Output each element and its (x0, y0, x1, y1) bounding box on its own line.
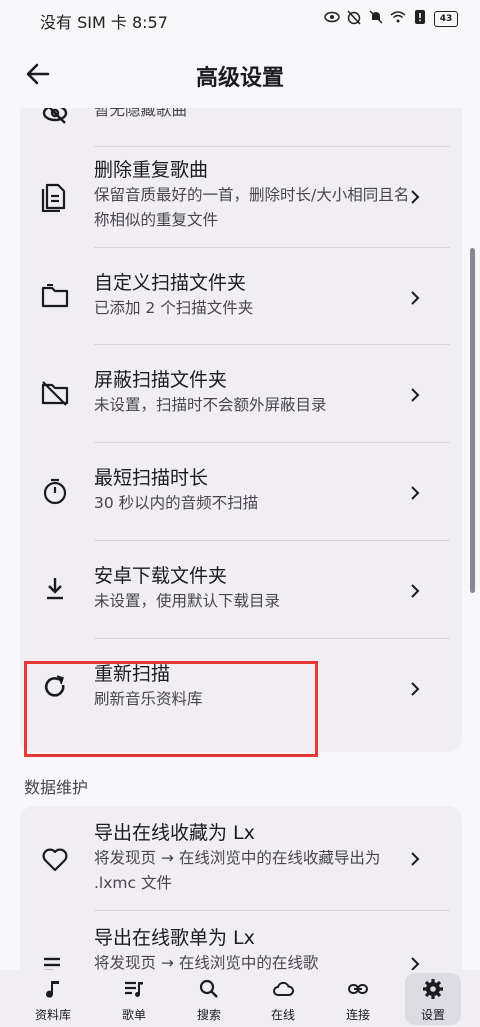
export-online-favorites-item[interactable]: 导出在线收藏为 Lx 将发现页 → 在线浏览中的在线收藏导出为 .lxmc 文件 (20, 806, 462, 910)
android-download-folder-item[interactable]: 安卓下载文件夹 未设置，使用默认下载目录 (20, 541, 462, 638)
blocked-scan-folders-item[interactable]: 屏蔽扫描文件夹 未设置，扫描时不会额外屏蔽目录 (20, 345, 462, 442)
nav-label: 资料库 (34, 1008, 71, 1022)
scrollbar-thumb[interactable] (470, 248, 475, 593)
chevron-right-icon (408, 290, 422, 305)
carrier-text: 没有 SIM 卡 (40, 13, 127, 32)
status-left: 没有 SIM 卡 8:57 (40, 9, 168, 33)
item-title: 最短扫描时长 (94, 467, 209, 489)
chevron-right-icon (408, 851, 422, 866)
item-subtitle: 30 秒以内的音频不扫描 (94, 494, 259, 512)
folder-icon (40, 281, 70, 311)
item-title: 屏蔽扫描文件夹 (94, 369, 228, 391)
nav-label: 在线 (270, 1008, 295, 1022)
eye-off-icon (40, 108, 70, 128)
status-icons: 43 (324, 9, 458, 29)
chevron-right-icon (408, 485, 422, 500)
hidden-songs-item[interactable]: 暂无隐藏歌曲 (20, 108, 462, 144)
page-title: 高级设置 (195, 66, 284, 91)
alert-icon (412, 9, 428, 29)
gear-icon (423, 979, 443, 999)
app-bar: 高级设置 (0, 44, 480, 104)
link-icon (348, 984, 368, 994)
settings-list[interactable]: 暂无隐藏歌曲 删除重复歌曲 保留音质最好的一首，删除时长/大小相同且名称相似的重… (0, 108, 480, 970)
clock-text: 8:57 (131, 13, 168, 32)
item-subtitle: 未设置，使用默认下载目录 (94, 592, 281, 610)
nav-search[interactable]: 搜索 (174, 970, 244, 1027)
item-title: 自定义扫描文件夹 (94, 272, 247, 294)
nav-label: 连接 (345, 1008, 370, 1022)
cloud-icon (273, 981, 294, 996)
chevron-right-icon (408, 681, 422, 696)
download-icon (40, 574, 70, 604)
alarm-off-icon (346, 9, 362, 29)
playlist-icon (125, 981, 143, 997)
music-note-icon (46, 981, 59, 998)
data-maintenance-card: 导出在线收藏为 Lx 将发现页 → 在线浏览中的在线收藏导出为 .lxmc 文件… (20, 806, 462, 970)
scan-settings-card: 暂无隐藏歌曲 删除重复歌曲 保留音质最好的一首，删除时长/大小相同且名称相似的重… (20, 108, 462, 752)
eye-icon (324, 9, 340, 29)
custom-scan-folders-item[interactable]: 自定义扫描文件夹 已添加 2 个扫描文件夹 (20, 248, 462, 344)
item-title: 导出在线收藏为 Lx (94, 822, 255, 844)
mute-icon (368, 9, 384, 29)
nav-label: 歌单 (121, 1008, 146, 1022)
nav-playlists[interactable]: 歌单 (99, 970, 169, 1027)
nav-connect[interactable]: 连接 (323, 970, 393, 1027)
bottom-navigation: 资料库 歌单 搜索 在线 连接 设置 (0, 970, 480, 1027)
nav-label: 设置 (420, 1008, 445, 1022)
chevron-right-icon (408, 387, 422, 402)
playlist-icon (40, 951, 70, 970)
item-subtitle: 将发现页 → 在线浏览中的在线收藏导出为 .lxmc 文件 (94, 849, 381, 892)
battery-icon: 43 (434, 11, 458, 27)
item-subtitle: 保留音质最好的一首，删除时长/大小相同且名称相似的重复文件 (94, 186, 410, 229)
item-title: 删除重复歌曲 (94, 159, 209, 181)
file-minus-icon (40, 182, 70, 213)
export-online-playlists-item[interactable]: 导出在线歌单为 Lx 将发现页 → 在线浏览中的在线歌 (20, 911, 462, 970)
item-subtitle: 未设置，扫描时不会额外屏蔽目录 (94, 396, 327, 414)
search-icon (199, 979, 218, 998)
heart-icon (40, 844, 70, 874)
timer-icon (40, 476, 70, 506)
status-bar: 没有 SIM 卡 8:57 43 (0, 0, 480, 36)
item-subtitle: 已添加 2 个扫描文件夹 (94, 299, 254, 317)
chevron-right-icon (408, 189, 422, 204)
section-title-data-maintenance: 数据维护 (24, 778, 89, 797)
item-subtitle: 将发现页 → 在线浏览中的在线歌 (94, 954, 319, 970)
wifi-icon (390, 9, 406, 29)
chevron-right-icon (408, 583, 422, 598)
nav-settings[interactable]: 设置 (401, 970, 465, 1027)
folder-off-icon (40, 378, 70, 408)
item-title: 导出在线歌单为 Lx (94, 927, 255, 949)
chevron-right-icon (408, 956, 422, 970)
item-subtitle: 暂无隐藏歌曲 (94, 108, 188, 119)
nav-label: 搜索 (196, 1008, 221, 1022)
nav-library[interactable]: 资料库 (18, 970, 88, 1027)
nav-online[interactable]: 在线 (248, 970, 318, 1027)
min-scan-duration-item[interactable]: 最短扫描时长 30 秒以内的音频不扫描 (20, 443, 462, 540)
highlight-box (24, 661, 318, 757)
delete-duplicates-item[interactable]: 删除重复歌曲 保留音质最好的一首，删除时长/大小相同且名称相似的重复文件 (20, 147, 462, 247)
item-title: 安卓下载文件夹 (94, 565, 228, 587)
